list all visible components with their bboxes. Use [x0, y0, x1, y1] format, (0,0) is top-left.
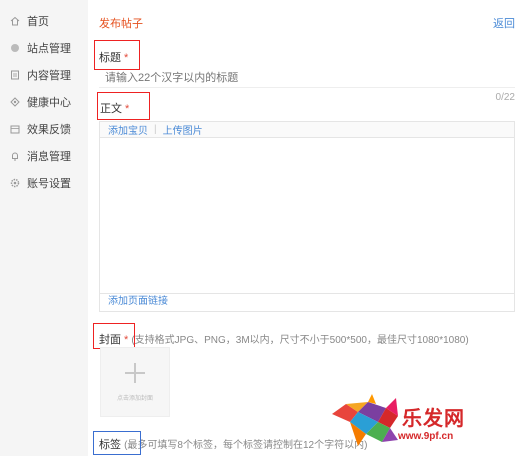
sidebar-item-home[interactable]: 首页 — [0, 8, 88, 34]
main-content: 发布帖子 返回 标题* 0/22 正文* 添加宝贝 | 上传图片 添加页面链接 … — [88, 0, 515, 456]
bull-logo-icon — [332, 394, 398, 446]
sidebar-item-label: 内容管理 — [27, 70, 71, 82]
title-input[interactable] — [99, 68, 515, 88]
bell-icon — [10, 151, 20, 161]
page-title: 发布帖子 — [99, 18, 143, 30]
cover-hint: (支持格式JPG、PNG，3M以内，尺寸不小于500*500，最佳尺寸1080*… — [131, 335, 469, 346]
sidebar-item-content-management[interactable]: 内容管理 — [0, 62, 88, 88]
sidebar-item-health-center[interactable]: 健康中心 — [0, 89, 88, 115]
annotation-box-tags — [93, 431, 141, 455]
annotation-box-body — [97, 92, 150, 120]
sidebar-item-label: 消息管理 — [27, 151, 71, 163]
add-page-link-button[interactable]: 添加页面链接 — [108, 292, 168, 307]
sidebar-item-account-settings[interactable]: 账号设置 — [0, 170, 88, 196]
globe-icon — [10, 43, 20, 53]
title-char-counter: 0/22 — [495, 92, 515, 103]
upload-image-button[interactable]: 上传图片 — [163, 122, 203, 137]
rich-text-editor: 添加宝贝 | 上传图片 添加页面链接 — [99, 121, 515, 312]
gear-icon — [10, 178, 20, 188]
sidebar-item-label: 健康中心 — [27, 97, 71, 109]
document-icon — [10, 70, 20, 80]
sidebar-item-label: 首页 — [27, 16, 49, 28]
cover-upload-text: 点击添加封面 — [116, 395, 153, 402]
sidebar-item-label: 账号设置 — [27, 178, 71, 190]
sidebar-item-site-management[interactable]: 站点管理 — [0, 35, 88, 61]
annotation-box-cover — [93, 323, 135, 349]
annotation-box-title — [94, 40, 140, 70]
sidebar-item-label: 站点管理 — [27, 43, 71, 55]
home-icon — [10, 16, 20, 26]
sidebar-item-feedback[interactable]: 效果反馈 — [0, 116, 88, 142]
sidebar-item-messages[interactable]: 消息管理 — [0, 143, 88, 169]
watermark-logo: 乐发网 www.9pf.cn — [328, 392, 515, 456]
editor-content-area[interactable] — [100, 138, 514, 294]
back-link[interactable]: 返回 — [493, 15, 515, 31]
sidebar: 首页 站点管理 内容管理 健康中心 效果反馈 消息管理 账号设置 — [0, 0, 88, 456]
add-item-button[interactable]: 添加宝贝 — [108, 122, 148, 137]
watermark-brand: 乐发网 — [402, 406, 465, 430]
diamond-icon — [10, 97, 20, 107]
feedback-icon — [10, 124, 20, 134]
plus-icon — [125, 362, 145, 383]
watermark-url: www.9pf.cn — [398, 431, 454, 442]
toolbar-separator: | — [154, 124, 157, 135]
cover-upload-button[interactable]: 点击添加封面 — [100, 347, 170, 417]
sidebar-item-label: 效果反馈 — [27, 124, 71, 136]
editor-toolbar: 添加宝贝 | 上传图片 — [100, 122, 514, 138]
cover-label: 封面 * (支持格式JPG、PNG，3M以内，尺寸不小于500*500，最佳尺寸1… — [99, 331, 469, 347]
